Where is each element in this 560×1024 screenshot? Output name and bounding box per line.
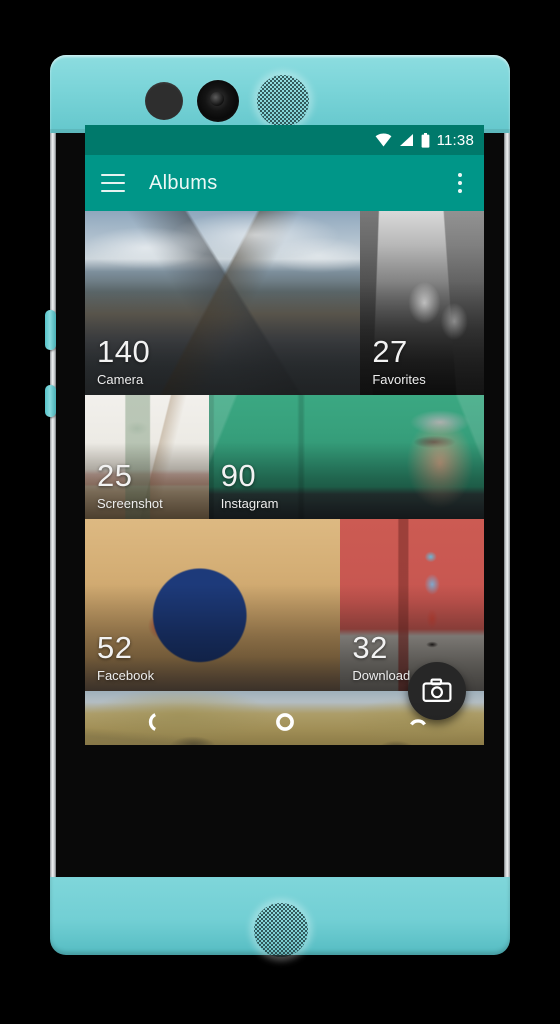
cellular-signal-icon: [399, 134, 413, 146]
album-name: Download: [352, 668, 411, 683]
album-count: 32: [352, 630, 388, 665]
phone-screen: 11:38 Albums 140 Camera 27 Favorites 25 Scree…: [85, 125, 484, 745]
overflow-menu-icon[interactable]: [452, 173, 472, 193]
album-name: Screenshot: [97, 496, 163, 511]
app-bar: Albums: [85, 155, 484, 211]
bottom-speaker-grille: [254, 903, 308, 957]
device-top-cap: [50, 55, 510, 133]
back-nav-icon[interactable]: [135, 705, 169, 739]
screenshot-scene: 11:38 Albums 140 Camera 27 Favorites 25 Scree…: [0, 0, 560, 1024]
album-label: 27 Favorites: [372, 336, 425, 387]
volume-button[interactable]: [45, 310, 56, 350]
album-name: Facebook: [97, 668, 155, 683]
front-camera-lens: [197, 80, 239, 122]
phone-device: 11:38 Albums 140 Camera 27 Favorites 25 Scree…: [45, 55, 510, 957]
album-tile[interactable]: 32 Download: [340, 519, 484, 691]
album-label: 32 Download: [352, 632, 410, 683]
wifi-icon: [375, 133, 391, 147]
album-tile[interactable]: 25 Screenshot: [85, 395, 209, 519]
album-name: Favorites: [372, 372, 426, 387]
album-row: 25 Screenshot 90 Instagram: [85, 395, 484, 519]
album-tile[interactable]: 27 Favorites: [360, 211, 484, 395]
album-count: 27: [372, 334, 408, 369]
album-name: Camera: [97, 372, 144, 387]
album-tile[interactable]: 140 Camera: [85, 211, 361, 395]
device-bottom-cap: [50, 877, 510, 957]
album-tile[interactable]: 90 Instagram: [208, 395, 484, 519]
hamburger-menu-icon[interactable]: [101, 174, 125, 192]
album-label: 25 Screenshot: [97, 460, 163, 511]
proximity-sensor: [145, 82, 183, 120]
album-label: 52 Facebook: [97, 632, 154, 683]
navigation-bar: [85, 699, 484, 745]
power-button[interactable]: [45, 385, 56, 417]
album-count: 25: [97, 458, 133, 493]
top-speaker-grille: [257, 75, 309, 127]
album-label: 90 Instagram: [221, 460, 279, 511]
status-bar: 11:38: [85, 125, 484, 155]
album-count: 52: [97, 630, 133, 665]
album-count: 140: [97, 334, 151, 369]
home-nav-icon[interactable]: [268, 705, 302, 739]
album-name: Instagram: [220, 496, 279, 511]
battery-full-icon: [421, 132, 429, 148]
page-title: Albums: [149, 171, 218, 194]
album-count: 90: [220, 458, 257, 493]
album-label: 140 Camera: [97, 336, 150, 387]
album-row: 140 Camera 27 Favorites: [85, 211, 484, 395]
recents-nav-icon[interactable]: [401, 705, 435, 739]
status-bar-clock: 11:38: [436, 131, 474, 149]
album-tile[interactable]: 52 Facebook: [85, 519, 341, 691]
device-edge-right: [504, 133, 510, 877]
